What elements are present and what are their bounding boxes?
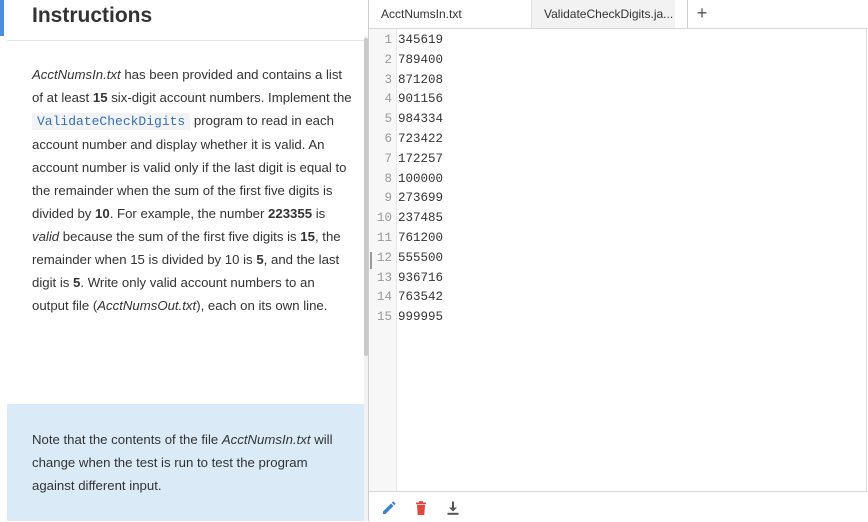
- code-line[interactable]: 15 999995: [369, 307, 859, 327]
- code-line[interactable]: 6 723422: [369, 129, 859, 149]
- divisor-bold: 10: [95, 206, 110, 221]
- editor-toolbar: [369, 491, 868, 522]
- code-line[interactable]: 8 100000: [369, 169, 859, 189]
- code-line[interactable]: 5 984334: [369, 109, 859, 129]
- line-number: 4: [384, 92, 392, 107]
- instructions-text-span: . For example, the number: [109, 206, 269, 221]
- input-file-name: AcctNumsIn.txt: [32, 67, 121, 82]
- note-card: Note that the contents of the file AcctN…: [7, 404, 364, 521]
- count-bold: 15: [92, 90, 108, 105]
- file-tab-bar: AcctNumsIn.txt ValidateCheckDigits.ja...…: [369, 0, 868, 29]
- line-text[interactable]: 345619: [398, 30, 443, 50]
- instructions-text: AcctNumsIn.txt has been provided and con…: [32, 63, 352, 317]
- tab-validatecheckdigits[interactable]: ValidateCheckDigits.ja...: [531, 0, 675, 28]
- line-number: 7: [384, 151, 392, 166]
- line-number: 15: [376, 310, 392, 325]
- line-text[interactable]: 999995: [398, 307, 443, 327]
- trash-icon-graphic: [416, 501, 426, 515]
- program-name-code: ValidateCheckDigits: [32, 113, 191, 130]
- code-line[interactable]: 2 789400: [369, 50, 859, 70]
- pencil-icon-graphic: [383, 501, 396, 514]
- note-text: Note that the contents of the file AcctN…: [32, 428, 352, 497]
- instructions-card: AcctNumsIn.txt has been provided and con…: [7, 40, 364, 401]
- note-file-name: AcctNumsIn.txt: [221, 432, 311, 447]
- line-number: 11: [376, 231, 392, 245]
- line-text[interactable]: 555500: [398, 248, 443, 268]
- download-icon[interactable]: [445, 500, 461, 516]
- example-number-bold: 223355: [268, 206, 313, 221]
- code-editor[interactable]: 1 345619 2 789400 3 871208 4 901156 5 984334 6 7234…: [369, 29, 868, 491]
- line-text[interactable]: 936716: [398, 268, 443, 288]
- line-text[interactable]: 871208: [398, 70, 443, 90]
- line-text[interactable]: 100000: [398, 169, 443, 189]
- editor-right-edge: [866, 29, 867, 491]
- valid-word: valid: [32, 229, 60, 244]
- line-text[interactable]: 723422: [398, 129, 443, 149]
- note-text-span: Note that the contents of the file: [32, 432, 222, 447]
- line-text[interactable]: 763542: [398, 287, 443, 307]
- pencil-icon[interactable]: [381, 500, 397, 516]
- code-line[interactable]: 13 936716: [369, 268, 859, 288]
- instructions-panel: Instructions AcctNumsIn.txt has been pro…: [0, 0, 368, 521]
- output-file-name: AcctNumsOut.txt: [97, 298, 197, 313]
- line-number: 1: [384, 33, 392, 47]
- line-number: 10: [376, 211, 392, 226]
- instructions-text-span: is: [312, 206, 326, 221]
- download-icon-graphic: [447, 501, 459, 515]
- tab-acctnumsin[interactable]: AcctNumsIn.txt: [369, 0, 529, 28]
- line-text[interactable]: 237485: [398, 208, 443, 228]
- line-number: 14: [376, 290, 392, 305]
- line-text[interactable]: 273699: [398, 188, 443, 208]
- code-line[interactable]: 4 901156: [369, 89, 859, 109]
- line-text[interactable]: 789400: [398, 50, 443, 70]
- code-line[interactable]: 7 172257: [369, 149, 859, 169]
- line-number: 6: [384, 132, 392, 146]
- code-line[interactable]: 10 237485: [369, 208, 859, 228]
- line-number: 8: [384, 171, 392, 186]
- line-text[interactable]: 172257: [398, 149, 443, 169]
- instructions-title: Instructions: [32, 4, 153, 27]
- instructions-text-span: ), each on its own line.: [196, 298, 328, 313]
- instructions-header: Instructions: [0, 0, 368, 36]
- code-line[interactable]: 14 763542: [369, 287, 859, 307]
- trash-icon[interactable]: [413, 500, 429, 516]
- line-number: 13: [376, 270, 392, 285]
- line-text[interactable]: 984334: [398, 109, 443, 129]
- code-line[interactable]: 11 761200: [369, 228, 859, 248]
- instructions-text-span: six-digit account numbers. Implement the: [107, 90, 352, 105]
- code-line[interactable]: 3 871208: [369, 70, 859, 90]
- instructions-text-span: because the sum of the first five digits…: [59, 229, 301, 244]
- line-number: 9: [384, 191, 392, 206]
- remainder-bold: 5: [256, 252, 264, 267]
- line-number: 12: [376, 250, 392, 265]
- line-number: 2: [384, 52, 392, 67]
- line-number: 3: [384, 72, 392, 87]
- code-line[interactable]: 9 273699: [369, 188, 859, 208]
- code-line[interactable]: 1 345619: [369, 30, 859, 50]
- line-number: 5: [384, 112, 392, 127]
- sum-bold: 15: [300, 229, 315, 244]
- line-text[interactable]: 901156: [398, 89, 443, 109]
- line-text[interactable]: 761200: [398, 228, 443, 248]
- code-line[interactable]: 12 555500: [369, 248, 859, 268]
- add-tab-button[interactable]: +: [687, 0, 716, 28]
